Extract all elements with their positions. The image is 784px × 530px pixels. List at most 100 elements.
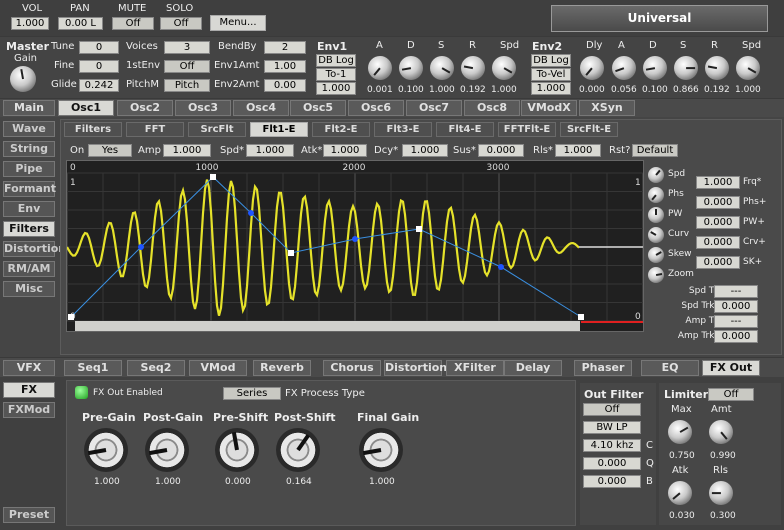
- side-tab-formant[interactable]: Formant: [3, 181, 56, 197]
- firstenv-field[interactable]: Off: [164, 60, 210, 73]
- filter-tab-fft[interactable]: FFT: [126, 122, 184, 137]
- outfilter-b[interactable]: 0.000: [583, 475, 641, 488]
- fx-tab-distortion[interactable]: Distortion: [384, 360, 447, 376]
- trk-spd-trk-field[interactable]: 0.000: [714, 300, 758, 313]
- fx-tab-vmod[interactable]: VMod: [189, 360, 247, 376]
- env2amt-field[interactable]: 0.00: [264, 79, 306, 92]
- main-tab-osc7[interactable]: Osc7: [406, 100, 462, 116]
- patch-name-display[interactable]: Universal: [551, 5, 768, 32]
- env-handle[interactable]: [68, 314, 74, 320]
- fx-tab-xfilter[interactable]: XFilter: [446, 360, 504, 376]
- envelope-graph[interactable]: 1000 2000 3000 0 1 1 0 0: [66, 160, 644, 332]
- limiter-max-knob[interactable]: [668, 420, 692, 444]
- fx-tab-delay[interactable]: Delay: [504, 360, 562, 376]
- env1-a-knob[interactable]: [368, 56, 392, 80]
- on-toggle[interactable]: Yes: [88, 144, 132, 157]
- outfilter-on[interactable]: Off: [583, 403, 641, 416]
- knob-zoom[interactable]: [648, 267, 664, 283]
- sus-field[interactable]: 0.000: [478, 144, 524, 157]
- spd-field[interactable]: 1.000: [246, 144, 294, 157]
- fx-side-tab-fx[interactable]: FX: [3, 382, 55, 398]
- outfilter-type[interactable]: BW LP: [583, 421, 641, 434]
- knob-spd[interactable]: [648, 167, 664, 183]
- fx-tab-vfx[interactable]: VFX: [3, 360, 55, 376]
- filter-tab-flt2-e[interactable]: Flt2-E: [312, 122, 370, 137]
- field-sk[interactable]: 0.000: [696, 256, 740, 269]
- env-handle[interactable]: [288, 250, 294, 256]
- fx-tab-phaser[interactable]: Phaser: [574, 360, 632, 376]
- env1-d-knob[interactable]: [399, 56, 423, 80]
- limiter-atk-knob[interactable]: [668, 481, 692, 505]
- knob-skew[interactable]: [648, 247, 664, 263]
- filter-tab-srcflt-e[interactable]: SrcFlt-E: [560, 122, 618, 137]
- mute-toggle[interactable]: Off: [112, 17, 154, 30]
- fx-pre-shift-knob[interactable]: [215, 428, 259, 472]
- solo-toggle[interactable]: Off: [160, 17, 202, 30]
- vol-field[interactable]: 1.000: [11, 17, 49, 30]
- fx-pre-gain-knob[interactable]: [84, 428, 128, 472]
- outfilter-freq[interactable]: 4.10 khz: [583, 439, 641, 452]
- fine-field[interactable]: 0: [79, 60, 119, 73]
- side-tab-string[interactable]: String: [3, 141, 55, 157]
- graph-scroll-bar[interactable]: [75, 321, 580, 331]
- env1-value[interactable]: 1.000: [316, 82, 356, 95]
- side-tab-rm-am[interactable]: RM/AM: [3, 261, 55, 277]
- series-button[interactable]: Series: [223, 387, 281, 400]
- side-tab-env[interactable]: Env: [3, 201, 55, 217]
- preset-button[interactable]: Preset: [3, 507, 55, 523]
- tune-field[interactable]: 0: [79, 41, 119, 54]
- side-tab-filters[interactable]: Filters: [3, 221, 55, 237]
- fx-final-gain-knob[interactable]: [359, 428, 403, 472]
- main-tab-vmodx[interactable]: VModX: [521, 100, 577, 116]
- filter-tab-flt4-e[interactable]: Flt4-E: [436, 122, 494, 137]
- dcy-field[interactable]: 1.000: [402, 144, 448, 157]
- env2-r-knob[interactable]: [705, 56, 729, 80]
- env1-r-knob[interactable]: [461, 56, 485, 80]
- fx-post-shift-knob[interactable]: [276, 428, 320, 472]
- fx-tab-chorus[interactable]: Chorus: [323, 360, 381, 376]
- field-crv[interactable]: 0.000: [696, 236, 740, 249]
- knob-pw[interactable]: [648, 207, 664, 223]
- fx-tab-seq1[interactable]: Seq1: [64, 360, 122, 376]
- envelope-graph-svg[interactable]: 1000 2000 3000 0 1 1 0 0: [67, 161, 643, 331]
- main-tab-xsyn[interactable]: XSyn: [579, 100, 635, 116]
- rst-field[interactable]: Default: [632, 144, 678, 157]
- fx-post-gain-knob[interactable]: [145, 428, 189, 472]
- env2-dly-knob[interactable]: [580, 56, 604, 80]
- env-point[interactable]: [352, 236, 358, 242]
- field-phs[interactable]: 0.000: [696, 196, 740, 209]
- pan-field[interactable]: 0.00 L: [58, 17, 103, 30]
- bendby-field[interactable]: 2: [264, 41, 306, 54]
- field-pw[interactable]: 0.000: [696, 216, 740, 229]
- main-tab-osc4[interactable]: Osc4: [233, 100, 289, 116]
- env-point[interactable]: [248, 210, 254, 216]
- main-tab-osc5[interactable]: Osc5: [290, 100, 346, 116]
- trk-spd-trk-field[interactable]: ---: [714, 285, 758, 298]
- outfilter-q[interactable]: 0.000: [583, 457, 641, 470]
- filter-tab-flt3-e[interactable]: Flt3-E: [374, 122, 432, 137]
- main-tab-main[interactable]: Main: [3, 100, 55, 116]
- fx-tab-eq[interactable]: EQ: [641, 360, 699, 376]
- main-tab-osc1[interactable]: Osc1: [58, 100, 114, 116]
- pitchm-field[interactable]: Pitch: [164, 79, 210, 92]
- main-tab-osc6[interactable]: Osc6: [348, 100, 404, 116]
- filter-tab-filters[interactable]: Filters: [64, 122, 122, 137]
- env1-spd-knob[interactable]: [492, 56, 516, 80]
- env1-target[interactable]: To-1: [316, 68, 356, 81]
- env-handle[interactable]: [210, 174, 216, 180]
- voices-field[interactable]: 3: [164, 41, 210, 54]
- amp-field[interactable]: 1.000: [163, 144, 211, 157]
- fx-tab-fx-out[interactable]: FX Out: [702, 360, 760, 376]
- field-frq[interactable]: 1.000: [696, 176, 740, 189]
- env1amt-field[interactable]: 1.00: [264, 60, 306, 73]
- fx-tab-reverb[interactable]: Reverb: [253, 360, 311, 376]
- side-tab-wave[interactable]: Wave: [3, 121, 55, 137]
- env-handle[interactable]: [416, 226, 422, 232]
- side-tab-misc[interactable]: Misc: [3, 281, 55, 297]
- env2-mode[interactable]: DB Log: [531, 54, 571, 67]
- side-tab-distortion[interactable]: Distortion: [3, 241, 66, 257]
- fxout-enabled-led[interactable]: [75, 386, 88, 399]
- filter-tab-srcflt[interactable]: SrcFlt: [188, 122, 246, 137]
- master-gain-knob[interactable]: [10, 66, 36, 92]
- limiter-on[interactable]: Off: [708, 388, 754, 401]
